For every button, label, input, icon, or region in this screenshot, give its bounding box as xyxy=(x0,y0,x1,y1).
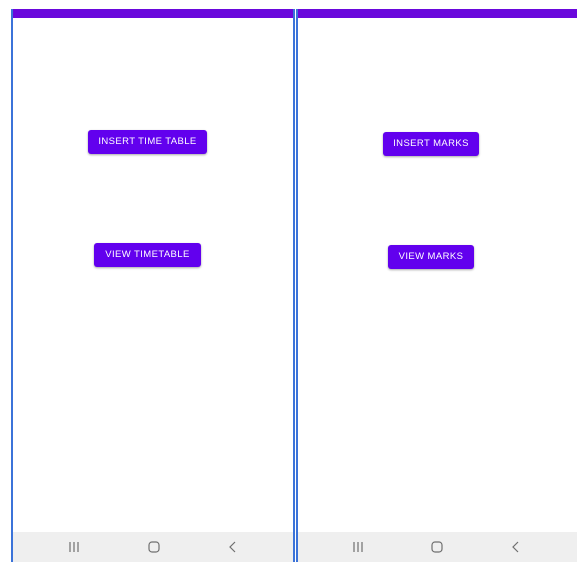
marks-screen: INSERT MARKS VIEW MARKS xyxy=(296,9,577,562)
timetable-screen: INSERT TIME TABLE VIEW TIMETABLE xyxy=(11,9,295,562)
back-icon[interactable] xyxy=(225,539,241,555)
system-nav-bar xyxy=(13,532,293,562)
view-timetable-button[interactable]: VIEW TIMETABLE xyxy=(94,243,201,267)
system-nav-bar xyxy=(298,532,577,562)
status-bar xyxy=(298,9,577,18)
view-marks-button[interactable]: VIEW MARKS xyxy=(388,245,474,269)
back-icon[interactable] xyxy=(508,539,524,555)
home-icon[interactable] xyxy=(429,539,445,555)
recent-apps-icon[interactable] xyxy=(66,539,82,555)
insert-marks-button[interactable]: INSERT MARKS xyxy=(383,132,479,156)
screenshot-stage: INSERT TIME TABLE VIEW TIMETABLE INSERT … xyxy=(0,0,577,562)
home-icon[interactable] xyxy=(146,539,162,555)
insert-timetable-button[interactable]: INSERT TIME TABLE xyxy=(88,130,207,154)
status-bar xyxy=(13,9,293,18)
recent-apps-icon[interactable] xyxy=(350,539,366,555)
